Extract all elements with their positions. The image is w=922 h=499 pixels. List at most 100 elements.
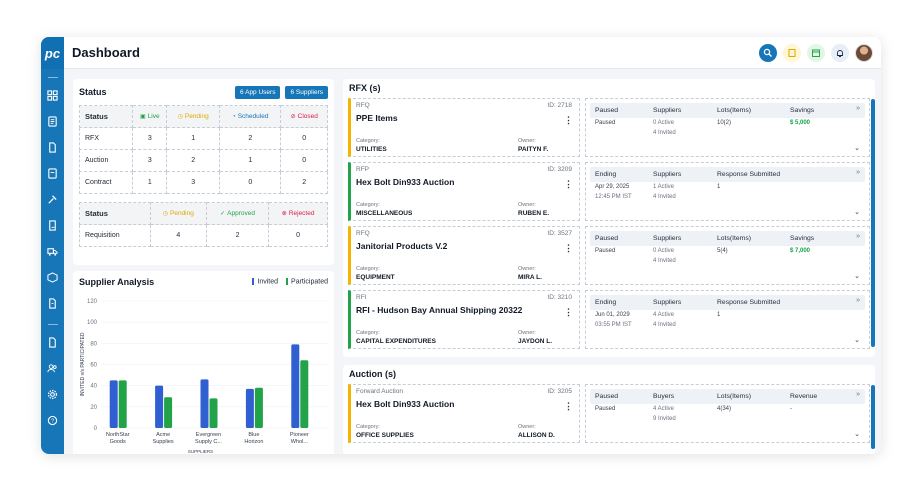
rfx-title: RFX (s) [349,83,381,93]
sidebar-item-files[interactable] [41,329,64,355]
scheduled-count[interactable]: 1 [219,149,282,172]
rfx-summary: Ending Suppliers Response Submitted » Jun … [585,290,870,349]
sidebar-item-settings[interactable] [41,381,64,407]
auction-scrollbar[interactable] [871,385,875,449]
rejected-count[interactable]: 0 [268,224,328,247]
chevron-down-icon[interactable]: ⌄ [854,208,860,216]
closed-count[interactable]: 0 [280,149,328,172]
rfx-card[interactable]: RFP ID: 3209 Hex Bolt Din933 Auction ⋮ C… [348,162,580,221]
rfx-row[interactable]: RFQ ID: 2718 PPE Items ⋮ Category: UTILI… [348,98,870,157]
table-row[interactable]: RFX 3 1 2 0 [78,127,328,150]
scheduled-count[interactable]: 2 [219,127,282,150]
box-icon [47,271,58,283]
x-tick-label: NorthStar [106,432,130,438]
rfx-name[interactable]: Hex Bolt Din933 Auction [356,177,574,187]
closed-count[interactable]: 0 [280,127,328,150]
list-icon [48,115,57,127]
more-options-icon[interactable]: ⋮ [564,401,573,412]
bar-participated [300,360,309,428]
rfx-row[interactable]: RFI ID: 3210 RFI - Hudson Bay Annual Shi… [348,290,870,349]
rfx-card[interactable]: RFQ ID: 2718 PPE Items ⋮ Category: UTILI… [348,98,580,157]
legend-invited[interactable]: Invited [252,278,278,286]
notes-icon [48,167,57,179]
table-row[interactable]: Requisition 4 2 0 [79,224,328,247]
sidebar-item-list[interactable] [41,108,64,134]
rejected-label: Rejected [288,210,315,217]
pending-count[interactable]: 1 [166,127,221,150]
sidebar-item-auction[interactable] [41,186,64,212]
chevron-down-icon[interactable]: ⌄ [854,336,860,344]
avatar[interactable] [855,43,873,62]
more-options-icon[interactable]: ⋮ [564,179,573,190]
sidebar-item-reports[interactable] [41,290,64,316]
closed-count[interactable]: 2 [280,171,328,194]
suppliers-button[interactable]: 6 Suppliers [285,85,328,99]
live-count[interactable]: 3 [132,149,168,172]
more-options-icon[interactable]: ⋮ [564,115,573,126]
category-label: Category: [356,202,380,208]
rfx-card[interactable]: RFI ID: 3210 RFI - Hudson Bay Annual Shi… [348,290,580,349]
scheduled-count[interactable]: 0 [219,171,282,194]
col-header: Savings [790,107,815,114]
expand-right-icon[interactable]: » [856,169,860,176]
lots-value: 5(4) [717,248,728,254]
chevron-down-icon[interactable]: ⌄ [854,430,860,438]
bar-invited [109,380,118,428]
sidebar-item-products[interactable] [41,264,64,290]
auction-name[interactable]: Hex Bolt Din933 Auction [356,399,574,409]
rfx-card[interactable]: RFQ ID: 3527 Janitorial Products V.2 ⋮ C… [348,226,580,285]
notes-button[interactable] [783,43,801,62]
expand-right-icon[interactable]: » [856,105,860,112]
expand-right-icon[interactable]: » [856,233,860,240]
y-tick-label: 20 [90,405,97,411]
lots-value: 10(2) [717,120,732,126]
chevron-down-icon[interactable]: ⌄ [854,144,860,152]
legend-participated[interactable]: Participated [286,278,328,286]
notifications-button[interactable] [831,43,849,62]
bell-icon [837,49,843,57]
app-users-button[interactable]: 6 App Users [235,85,281,99]
sidebar-item-contracts[interactable] [41,212,64,238]
row-label: Auction [78,149,134,172]
approved-count[interactable]: 2 [205,224,270,247]
rfx-type: RFQ [356,230,370,237]
more-options-icon[interactable]: ⋮ [564,243,573,254]
supplier-analysis-card: Supplier Analysis Invited Participated 1… [73,271,334,454]
report-icon [49,297,56,309]
rfx-row[interactable]: RFQ ID: 3527 Janitorial Products V.2 ⋮ C… [348,226,870,285]
row-label: RFX [78,127,134,150]
sidebar-item-help[interactable]: ? [41,407,64,433]
live-count[interactable]: 3 [132,127,168,150]
table-row[interactable]: Contract 1 3 0 2 [78,171,328,194]
chevron-down-icon[interactable]: ⌄ [854,272,860,280]
auction-card[interactable]: Forward Auction ID: 3205 Hex Bolt Din933… [348,384,580,443]
app-logo[interactable]: pc [41,37,64,69]
sidebar-item-dashboard[interactable] [41,82,64,108]
sidebar-item-notes[interactable] [41,160,64,186]
rfx-scrollbar[interactable] [871,99,875,347]
end-date: Apr 29, 2025 [595,184,630,190]
pending-count[interactable]: 3 [166,171,221,194]
col-header: Revenue [790,393,818,400]
x-axis-label: SUPPLIERS [188,449,213,454]
auction-row[interactable]: Forward Auction ID: 3205 Hex Bolt Din933… [348,384,870,443]
expand-right-icon[interactable]: » [856,297,860,304]
sidebar-item-documents[interactable] [41,134,64,160]
auction-id: ID: 3205 [547,388,572,395]
live-count[interactable]: 1 [132,171,168,194]
sidebar-item-shipping[interactable] [41,238,64,264]
pending-count[interactable]: 4 [149,224,207,247]
table-row[interactable]: Auction 3 2 1 0 [78,149,328,172]
calendar-button[interactable] [807,43,825,62]
search-button[interactable] [759,43,777,62]
rfx-row[interactable]: RFP ID: 3209 Hex Bolt Din933 Auction ⋮ C… [348,162,870,221]
expand-right-icon[interactable]: » [856,391,860,398]
sidebar-item-users[interactable] [41,355,64,381]
rfx-name[interactable]: PPE Items [356,113,574,123]
more-options-icon[interactable]: ⋮ [564,307,573,318]
rfx-name[interactable]: RFI - Hudson Bay Annual Shipping 20322 [356,305,574,315]
pending-count[interactable]: 2 [166,149,221,172]
status-table: Status ▣ Live ◷ Pending ◔ Scheduled ⊘ Closed… [78,105,328,194]
rfx-type: RFQ [356,102,370,109]
rfx-name[interactable]: Janitorial Products V.2 [356,241,574,251]
